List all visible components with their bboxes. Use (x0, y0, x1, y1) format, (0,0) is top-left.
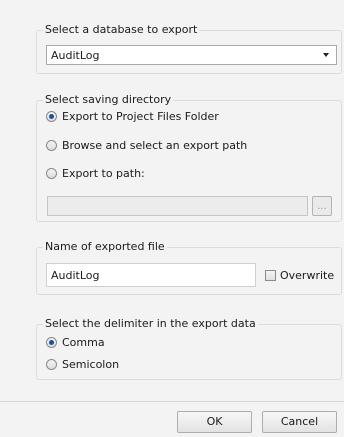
export-path-input[interactable] (47, 196, 308, 216)
radio-indicator[interactable] (46, 140, 57, 151)
radio-label: Semicolon (62, 358, 120, 371)
radio-indicator[interactable] (46, 359, 57, 370)
database-group: Select a database to export AuditLog (36, 23, 342, 74)
radio-label: Browse and select an export path (62, 139, 248, 152)
directory-group-legend: Select saving directory (43, 93, 174, 107)
database-select[interactable]: AuditLog (46, 45, 337, 65)
browse-button[interactable]: ... (312, 196, 332, 216)
overwrite-label: Overwrite (280, 269, 335, 282)
footer-divider (0, 401, 344, 402)
delimiter-group-legend: Select the delimiter in the export data (43, 317, 258, 331)
filename-group: Name of exported file AuditLog Overwrite (36, 240, 342, 295)
filename-group-legend: Name of exported file (43, 240, 167, 254)
radio-indicator[interactable] (46, 111, 57, 122)
directory-group: Select saving directory Export to Projec… (36, 93, 342, 222)
radio-indicator[interactable] (46, 337, 57, 348)
database-group-legend: Select a database to export (43, 23, 200, 37)
chevron-down-icon (323, 53, 329, 57)
delimiter-group: Select the delimiter in the export data … (36, 317, 342, 380)
radio-label: Comma (62, 336, 105, 349)
radio-label: Export to path: (62, 167, 145, 180)
database-select-value: AuditLog (51, 49, 100, 62)
radio-label: Export to Project Files Folder (62, 110, 219, 123)
overwrite-checkbox[interactable] (265, 270, 276, 281)
file-name-value: AuditLog (51, 269, 100, 282)
radio-indicator[interactable] (46, 168, 57, 179)
file-name-input[interactable]: AuditLog (46, 263, 256, 287)
ok-button[interactable]: OK (177, 411, 252, 433)
cancel-button[interactable]: Cancel (262, 411, 337, 433)
